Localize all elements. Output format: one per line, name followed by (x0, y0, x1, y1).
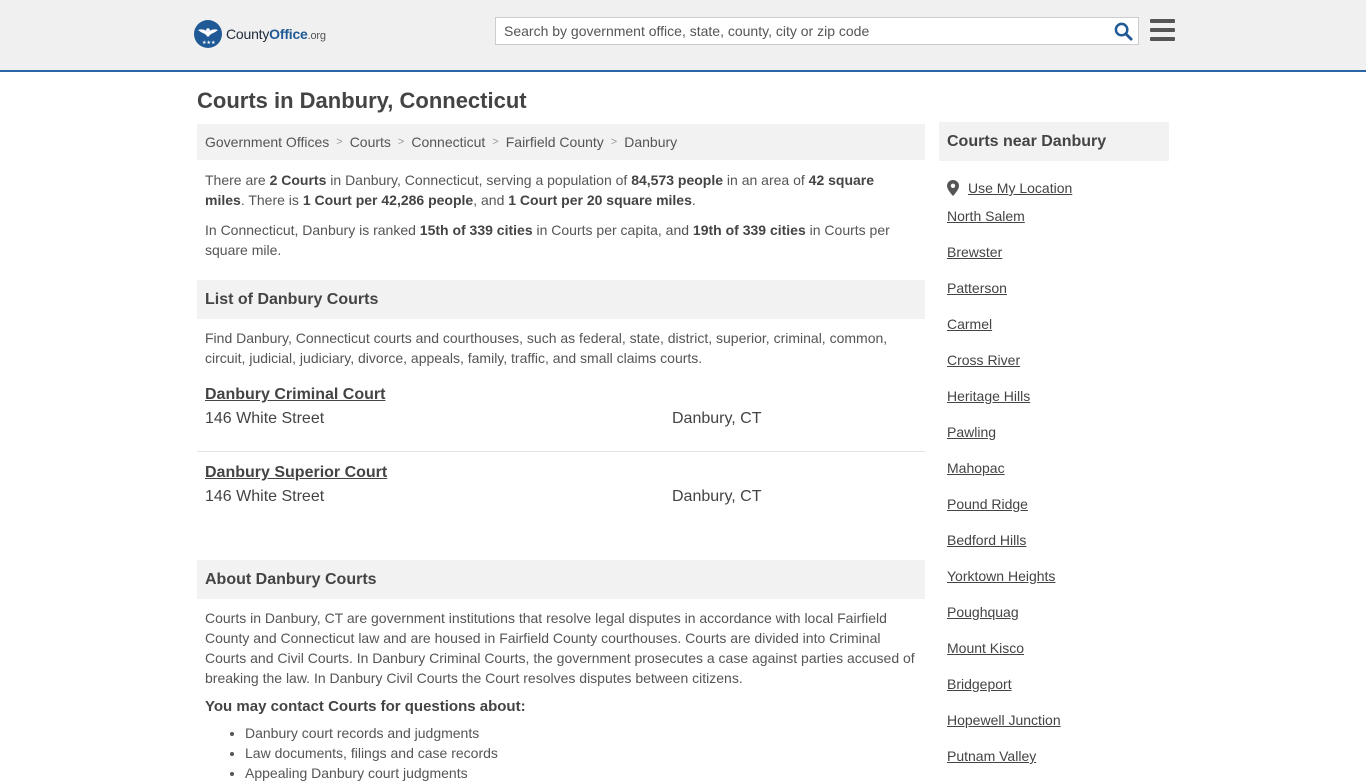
court-name-link[interactable]: Danbury Superior Court (205, 464, 387, 482)
nearby-city-link[interactable]: Heritage Hills (947, 388, 1030, 404)
search-input[interactable] (496, 23, 1108, 39)
list-section-description: Find Danbury, Connecticut courts and cou… (205, 330, 888, 366)
court-address: 146 White Street (205, 410, 325, 427)
nearby-city-link[interactable]: Pound Ridge (947, 496, 1028, 512)
list-item: Carmel (947, 306, 1169, 342)
page-title: Courts in Danbury, Connecticut (197, 88, 527, 113)
breadcrumb-connecticut[interactable]: Connecticut (411, 134, 485, 150)
nearby-city-link[interactable]: Bedford Hills (947, 532, 1026, 548)
nearby-city-link[interactable]: Mount Kisco (947, 640, 1024, 656)
use-location-row: Use My Location (939, 178, 1169, 198)
nearby-city-link[interactable]: Brewster (947, 244, 1002, 260)
eagle-icon: ★★★ (194, 20, 222, 48)
chevron-right-icon: > (492, 136, 499, 148)
contact-list: Danbury court records and judgments Law … (197, 723, 925, 783)
contact-heading: You may contact Courts for questions abo… (205, 698, 526, 715)
court-name-link[interactable]: Danbury Criminal Court (205, 386, 385, 404)
list-item: Pound Ridge (947, 486, 1169, 522)
nearby-city-link[interactable]: Hopewell Junction (947, 712, 1061, 728)
list-item: Bridgeport (947, 666, 1169, 702)
nearby-city-link[interactable]: Poughquag (947, 604, 1019, 620)
court-listing: Danbury Superior Court 146 White Street … (197, 464, 925, 529)
nearby-city-link[interactable]: Bridgeport (947, 676, 1012, 692)
nearby-city-link[interactable]: Pawling (947, 424, 996, 440)
nearby-city-link[interactable]: Yorktown Heights (947, 568, 1055, 584)
site-header: ★★★ CountyOffice.org (0, 0, 1366, 72)
list-item: Cross River (947, 342, 1169, 378)
nearby-city-link[interactable]: North Salem (947, 208, 1025, 224)
chevron-right-icon: > (610, 136, 618, 148)
breadcrumb: Government Offices > Courts > Connecticu… (197, 124, 925, 160)
svg-text:★★★: ★★★ (202, 40, 216, 46)
nearby-city-link[interactable]: Putnam Valley (947, 748, 1036, 764)
list-item: Appealing Danbury court judgments (245, 763, 925, 783)
nearby-city-link[interactable]: Carmel (947, 316, 992, 332)
list-item: Brewster (947, 234, 1169, 270)
chevron-right-icon: > (397, 136, 405, 148)
list-item: Patterson (947, 270, 1169, 306)
court-address: 146 White Street (205, 488, 325, 505)
list-item: Hopewell Junction (947, 702, 1169, 738)
sidebar-heading: Courts near Danbury (939, 122, 1169, 161)
breadcrumb-government-offices[interactable]: Government Offices (205, 134, 329, 150)
hamburger-menu-icon[interactable] (1150, 19, 1175, 43)
court-city: Danbury, CT (672, 410, 762, 427)
search-button[interactable] (1108, 18, 1138, 44)
court-listing: Danbury Criminal Court 146 White Street … (197, 386, 925, 452)
list-item: Putnam Valley (947, 738, 1169, 774)
list-item: Yorktown Heights (947, 558, 1169, 594)
intro-ranking: In Connecticut, Danbury is ranked 15th o… (205, 222, 890, 258)
breadcrumb-current: Danbury (624, 134, 678, 150)
breadcrumb-courts[interactable]: Courts (350, 134, 391, 150)
list-item: Bedford Hills (947, 522, 1169, 558)
list-item: Pawling (947, 414, 1169, 450)
nearby-city-link[interactable]: Patterson (947, 280, 1007, 296)
use-my-location-link[interactable]: Use My Location (968, 180, 1072, 196)
logo-text: CountyOffice.org (226, 26, 326, 42)
list-item: Heritage Hills (947, 378, 1169, 414)
search-icon (1114, 22, 1133, 41)
list-item: Law documents, filings and case records (245, 743, 925, 763)
list-item: North Salem (947, 198, 1169, 234)
chevron-right-icon: > (336, 136, 343, 148)
court-city: Danbury, CT (672, 488, 762, 505)
list-section-heading: List of Danbury Courts (197, 280, 925, 319)
about-section-heading: About Danbury Courts (197, 560, 925, 599)
list-item: Poughquag (947, 594, 1169, 630)
nearby-courts-list: North Salem Brewster Patterson Carmel Cr… (939, 198, 1169, 774)
list-item: Mahopac (947, 450, 1169, 486)
about-text: Courts in Danbury, CT are government ins… (205, 610, 915, 686)
search-box (495, 17, 1139, 45)
nearby-city-link[interactable]: Mahopac (947, 460, 1005, 476)
site-logo[interactable]: ★★★ CountyOffice.org (194, 20, 326, 48)
sidebar: Courts near Danbury Use My Location Nort… (939, 122, 1169, 774)
intro-stats: There are 2 Courts in Danbury, Connectic… (205, 172, 875, 208)
list-item: Danbury court records and judgments (245, 723, 925, 743)
nearby-city-link[interactable]: Cross River (947, 352, 1020, 368)
main-content: Government Offices > Courts > Connecticu… (197, 124, 925, 783)
map-pin-icon (947, 180, 959, 196)
breadcrumb-fairfield-county[interactable]: Fairfield County (506, 134, 604, 150)
list-item: Mount Kisco (947, 630, 1169, 666)
